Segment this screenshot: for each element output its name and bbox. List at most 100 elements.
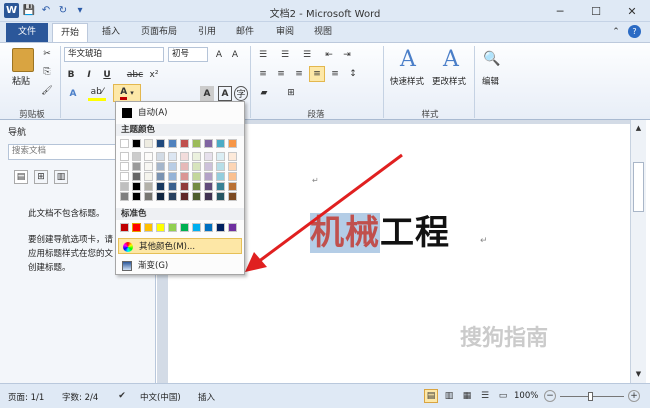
distributed-icon[interactable]: ≡ xyxy=(328,67,342,81)
zoom-in-button[interactable]: + xyxy=(628,390,640,402)
standard-color-swatch[interactable] xyxy=(120,223,129,232)
copy-icon[interactable]: ⎘ xyxy=(40,66,54,78)
change-styles-label[interactable]: 更改样式 xyxy=(432,75,466,87)
theme-color-swatch[interactable] xyxy=(120,152,129,161)
enclose-characters-button[interactable]: 字 xyxy=(234,86,248,101)
theme-color-swatch[interactable] xyxy=(180,152,189,161)
standard-color-swatch[interactable] xyxy=(180,223,189,232)
save-icon[interactable]: 💾 xyxy=(22,4,36,18)
proofing-icon[interactable]: ✔ xyxy=(116,390,128,402)
theme-color-swatch[interactable] xyxy=(180,182,189,191)
nav-headings-tab-icon[interactable]: ▤ xyxy=(14,170,28,184)
theme-color-swatch[interactable] xyxy=(228,182,237,191)
tab-home[interactable]: 开始 xyxy=(52,23,88,42)
zoom-slider-thumb[interactable] xyxy=(588,392,593,401)
paste-button-label[interactable]: 粘贴 xyxy=(12,74,30,87)
theme-color-swatch[interactable] xyxy=(168,152,177,161)
close-button[interactable]: ✕ xyxy=(614,0,650,22)
theme-color-swatch[interactable] xyxy=(156,152,165,161)
theme-color-swatch[interactable] xyxy=(228,152,237,161)
gradient-item[interactable]: 渐变(G) xyxy=(118,258,242,274)
theme-color-swatch[interactable] xyxy=(204,192,213,201)
quick-styles-label[interactable]: 快速样式 xyxy=(390,75,424,87)
tab-view[interactable]: 视图 xyxy=(306,23,340,42)
increase-indent-icon[interactable]: ⇥ xyxy=(340,48,354,62)
undo-icon[interactable]: ↶ xyxy=(39,4,53,18)
color-auto-item[interactable]: 自动(A) xyxy=(118,105,242,121)
theme-color-swatch[interactable] xyxy=(156,182,165,191)
theme-color-swatch[interactable] xyxy=(204,162,213,171)
font-name-box[interactable]: 华文琥珀 xyxy=(64,47,164,62)
theme-color-swatch[interactable] xyxy=(168,139,177,148)
customize-qat-icon[interactable]: ▾ xyxy=(73,4,87,18)
editing-label[interactable]: 编辑 xyxy=(482,75,499,87)
theme-color-swatch[interactable] xyxy=(132,139,141,148)
theme-color-swatch[interactable] xyxy=(132,182,141,191)
format-painter-icon[interactable]: 🖌 xyxy=(40,85,54,97)
bullets-icon[interactable]: ☰ xyxy=(256,48,270,62)
ribbon-minimize-icon[interactable]: ⌃ xyxy=(610,26,622,38)
theme-color-swatch[interactable] xyxy=(216,192,225,201)
text-effects-button[interactable]: A xyxy=(66,86,80,101)
theme-color-swatch[interactable] xyxy=(168,182,177,191)
theme-color-swatch[interactable] xyxy=(216,152,225,161)
theme-color-swatch[interactable] xyxy=(132,192,141,201)
theme-color-swatch[interactable] xyxy=(120,139,129,148)
theme-color-swatch[interactable] xyxy=(132,172,141,181)
multilevel-list-icon[interactable]: ☰ xyxy=(300,48,314,62)
theme-color-swatch[interactable] xyxy=(204,182,213,191)
tab-page-layout[interactable]: 页面布局 xyxy=(134,23,184,42)
zoom-out-button[interactable]: − xyxy=(544,390,556,402)
theme-color-swatch[interactable] xyxy=(120,182,129,191)
theme-color-swatch[interactable] xyxy=(156,192,165,201)
theme-color-swatch[interactable] xyxy=(192,192,201,201)
status-language[interactable]: 中文(中国) xyxy=(140,391,181,403)
theme-color-swatch[interactable] xyxy=(144,152,153,161)
theme-color-swatch[interactable] xyxy=(144,172,153,181)
theme-color-swatch[interactable] xyxy=(228,192,237,201)
theme-color-swatch[interactable] xyxy=(228,162,237,171)
fullscreen-reading-icon[interactable]: ▥ xyxy=(442,389,456,403)
status-mode[interactable]: 插入 xyxy=(198,391,215,403)
status-word-count[interactable]: 字数: 2/4 xyxy=(62,391,98,403)
theme-color-swatch[interactable] xyxy=(156,162,165,171)
standard-color-swatch[interactable] xyxy=(132,223,141,232)
theme-color-swatch[interactable] xyxy=(216,162,225,171)
underline-button[interactable]: U xyxy=(100,67,114,82)
align-right-icon[interactable]: ≡ xyxy=(292,67,306,81)
standard-color-swatch[interactable] xyxy=(168,223,177,232)
bold-button[interactable]: B xyxy=(64,67,78,82)
theme-color-swatch[interactable] xyxy=(132,162,141,171)
theme-color-swatch[interactable] xyxy=(180,192,189,201)
theme-color-swatch[interactable] xyxy=(120,162,129,171)
theme-color-swatch[interactable] xyxy=(192,182,201,191)
theme-color-swatch[interactable] xyxy=(168,192,177,201)
cut-icon[interactable]: ✂ xyxy=(40,48,54,60)
theme-color-swatch[interactable] xyxy=(120,192,129,201)
theme-color-swatch[interactable] xyxy=(120,172,129,181)
numbering-icon[interactable]: ☰ xyxy=(278,48,292,62)
draft-icon[interactable]: ▭ xyxy=(496,389,510,403)
quick-styles-icon[interactable]: A xyxy=(395,46,421,72)
tab-references[interactable]: 引用 xyxy=(190,23,224,42)
theme-color-swatch[interactable] xyxy=(228,172,237,181)
standard-color-swatch[interactable] xyxy=(228,223,237,232)
theme-color-swatch[interactable] xyxy=(144,192,153,201)
standard-color-swatch[interactable] xyxy=(192,223,201,232)
theme-color-swatch[interactable] xyxy=(156,139,165,148)
decrease-indent-icon[interactable]: ⇤ xyxy=(322,48,336,62)
line-spacing-icon[interactable]: ↕ xyxy=(346,67,360,81)
binoculars-icon[interactable]: 🔍 xyxy=(482,48,502,70)
superscript-button[interactable]: x² xyxy=(146,67,162,82)
theme-color-swatch[interactable] xyxy=(216,172,225,181)
vertical-scrollbar[interactable]: ▲ ▼ xyxy=(630,120,646,383)
scroll-thumb[interactable] xyxy=(633,162,644,212)
minimize-button[interactable]: ─ xyxy=(542,0,578,22)
theme-color-swatch[interactable] xyxy=(144,162,153,171)
font-size-box[interactable]: 初号 xyxy=(168,47,208,62)
theme-color-swatch[interactable] xyxy=(180,172,189,181)
theme-color-swatch[interactable] xyxy=(132,152,141,161)
status-page[interactable]: 页面: 1/1 xyxy=(8,391,44,403)
theme-color-swatch[interactable] xyxy=(144,182,153,191)
standard-color-swatch[interactable] xyxy=(144,223,153,232)
